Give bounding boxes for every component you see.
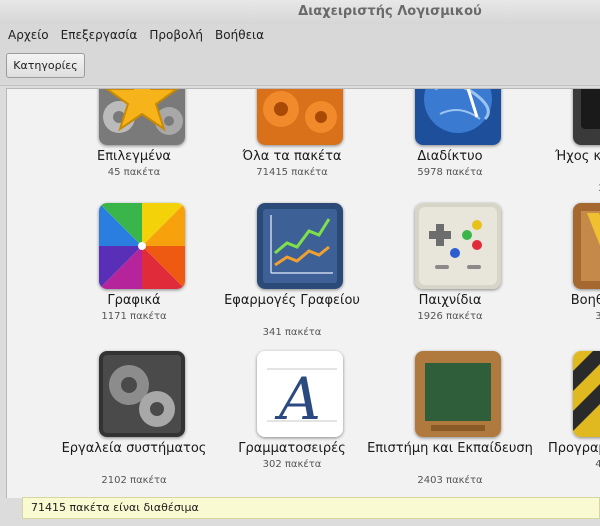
tile-count: 71415 πακέτα: [256, 167, 328, 178]
chart-board-icon: [257, 203, 343, 289]
construction-icon: [573, 351, 600, 437]
category-tile-office[interactable]: Εφαρμογές Γραφείου 341 πακέτα: [215, 203, 365, 353]
star-gears-icon: [99, 89, 185, 145]
category-tile-education[interactable]: Βοηθήματα 329..: [531, 203, 600, 353]
tile-label: Βοηθήματα: [570, 293, 600, 308]
tile-count: 1171 πακέτα: [101, 311, 167, 322]
color-wheel-icon: [99, 203, 185, 289]
status-bar: 71415 πακέτα είναι διαθέσιμα: [22, 497, 600, 519]
toolbar: Κατηγορίες: [0, 46, 600, 86]
tile-label: Ήχος και βίντεο: [554, 149, 600, 164]
tile-count: 302 πακέτα: [262, 459, 322, 470]
categories-button[interactable]: Κατηγορίες: [6, 53, 85, 78]
tile-label: Εφαρμογές Γραφείου: [224, 293, 360, 308]
tile-count: 5978 πακέτα: [417, 167, 483, 178]
tile-label: Παιχνίδια: [418, 293, 482, 308]
category-tile-all-packages[interactable]: Όλα τα πακέτα 71415 πακέτα: [215, 89, 365, 209]
tile-count: 463..: [523, 459, 600, 470]
category-tile-graphics[interactable]: Γραφικά 1171 πακέτα: [57, 203, 207, 353]
tile-label: Επιστήμη και Εκπαίδευση: [367, 441, 533, 456]
chalkboard-icon: [415, 351, 501, 437]
tile-count: 341 πακέτα: [262, 327, 322, 338]
menu-edit[interactable]: Επεξεργασία: [55, 24, 144, 46]
tile-label: Όλα τα πακέτα: [242, 149, 342, 164]
font-icon: A: [257, 351, 343, 437]
gamepad-icon: [415, 203, 501, 289]
system-gears-icon: [99, 351, 185, 437]
tile-count: 2403 πακέτα: [417, 475, 483, 486]
category-tile-accessories[interactable]: Ήχος και βίντεο 20..: [531, 89, 600, 209]
window-title: Διαχειριστής Λογισμικού: [0, 0, 600, 24]
category-tile-internet[interactable]: Διαδίκτυο 5978 πακέτα: [373, 89, 523, 209]
tile-count: 2102 πακέτα: [101, 475, 167, 486]
tile-count: 329..: [523, 311, 600, 322]
menu-bar: Αρχείο Επεξεργασία Προβολή Βοήθεια: [0, 24, 600, 46]
tile-label: Προγραμματισμός: [548, 441, 600, 456]
tile-label: Διαδίκτυο: [417, 149, 483, 164]
menu-file[interactable]: Αρχείο: [0, 24, 55, 46]
orange-gears-icon: [257, 89, 343, 145]
tile-count: 1926 πακέτα: [417, 311, 483, 322]
category-tile-games[interactable]: Παιχνίδια 1926 πακέτα: [373, 203, 523, 353]
svg-text:A: A: [274, 365, 321, 433]
globe-icon: [415, 89, 501, 145]
window-bottom-edge: [0, 519, 600, 526]
terminal-icon: [573, 89, 600, 145]
tile-count: 20..: [523, 183, 600, 194]
menu-view[interactable]: Προβολή: [143, 24, 209, 46]
pencil-icon: [573, 203, 600, 289]
menu-help[interactable]: Βοήθεια: [209, 24, 270, 46]
category-tile-system-tools[interactable]: Εργαλεία συστήματος 2102 πακέτα: [57, 351, 207, 498]
category-tile-featured[interactable]: Επιλεγμένα 45 πακέτα: [57, 89, 207, 209]
tile-label: Γραμματοσειρές: [238, 441, 346, 456]
category-grid: Επιλεγμένα 45 πακέτα Όλα τα πακέτα 71415…: [6, 88, 600, 498]
category-tile-fonts[interactable]: A Γραμματοσειρές 302 πακέτα: [215, 351, 365, 498]
category-tile-science[interactable]: Επιστήμη και Εκπαίδευση 2403 πακέτα: [367, 351, 533, 498]
category-tile-programming[interactable]: Προγραμματισμός 463..: [531, 351, 600, 498]
tile-count: 45 πακέτα: [107, 167, 161, 178]
tile-label: Επιλεγμένα: [97, 149, 171, 164]
tile-label: Εργαλεία συστήματος: [61, 441, 207, 456]
tile-label: Γραφικά: [107, 293, 161, 308]
